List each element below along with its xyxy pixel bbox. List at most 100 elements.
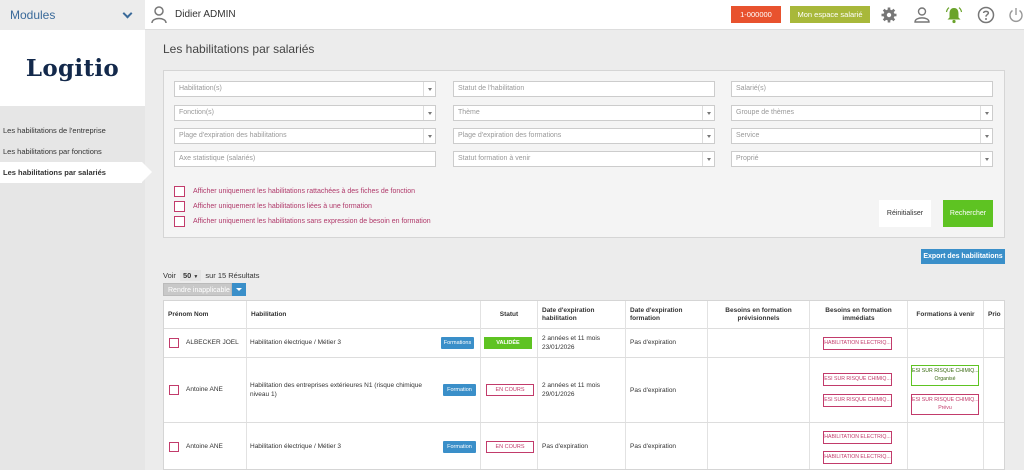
besoin-tag[interactable]: HABILITATION ELECTRIQ...: [823, 431, 892, 444]
habilitations-placeholder: Habilitation(s): [179, 85, 222, 92]
checkbox-label: Afficher uniquement les habilitations sa…: [193, 217, 431, 225]
row-checkbox[interactable]: [169, 385, 179, 395]
sidebar: Modules Logitio Les habilitations de l'e…: [0, 0, 152, 470]
filter-sans-besoin[interactable]: Afficher uniquement les habilitations sa…: [174, 215, 431, 227]
employee-name[interactable]: Antoine ANE: [186, 386, 223, 394]
checkbox[interactable]: [174, 185, 185, 197]
col-name[interactable]: Prénom Nom: [164, 301, 247, 329]
proprietaire-placeholder: Proprié: [736, 155, 759, 162]
formation-tag-title: ESI SUR RISQUE CHIMIQ...: [912, 397, 979, 403]
chevron-down-icon: [423, 82, 435, 96]
export-habilitations-button[interactable]: Export des habilitations: [921, 249, 1005, 264]
sidebar-item-fonctions[interactable]: Les habilitations par fonctions: [0, 141, 145, 162]
axe-statistique-placeholder: Axe statistique (salariés): [179, 155, 256, 162]
formation-tag[interactable]: ESI SUR RISQUE CHIMIQ... Organisé: [911, 365, 979, 386]
axe-statistique-input[interactable]: Axe statistique (salariés): [174, 151, 436, 167]
chevron-down-icon: [980, 152, 992, 166]
row-checkbox[interactable]: [169, 442, 179, 452]
statut-habilitation-placeholder: Statut de l'habilitation: [458, 85, 525, 92]
habilitations-select[interactable]: Habilitation(s): [174, 81, 436, 97]
sidebar-item-entreprise[interactable]: Les habilitations de l'entreprise: [0, 120, 145, 141]
per-page-value: 50: [182, 271, 192, 280]
groupe-themes-placeholder: Groupe de thèmes: [736, 109, 794, 116]
plage-habilitations-select[interactable]: Plage d'expiration des habilitations: [174, 128, 436, 144]
table-row[interactable]: ALBECKER JOEL Habilitation électrique / …: [164, 329, 1004, 358]
topbar: Didier ADMIN 1-000000 Mon espace salarié: [145, 0, 1024, 30]
chevron-down-icon: [702, 106, 714, 120]
theme-placeholder: Thème: [458, 109, 480, 116]
checkbox[interactable]: [174, 215, 185, 227]
col-formations[interactable]: Formations à venir: [908, 301, 984, 329]
plage-formations-placeholder: Plage d'expiration des formations: [458, 132, 562, 139]
user-avatar-icon[interactable]: [151, 6, 167, 24]
chevron-down-icon: [980, 106, 992, 120]
col-exp-form[interactable]: Date d'expiration formation: [626, 301, 708, 329]
statut-formation-select[interactable]: Statut formation à venir: [453, 151, 715, 167]
exp-form: Pas d'expiration: [630, 443, 677, 450]
status-badge: EN COURS: [486, 441, 534, 453]
habilitations-table: Prénom Nom Habilitation Statut Date d'ex…: [163, 300, 1005, 470]
besoin-tag[interactable]: ESI SUR RISQUE CHIMIQ...: [823, 394, 892, 407]
formation-tag-status: Organisé: [934, 376, 956, 382]
filter-liees-formation[interactable]: Afficher uniquement les habilitations li…: [174, 200, 372, 212]
results-count: sur 15 Résultats: [205, 271, 260, 280]
cell: [708, 423, 810, 469]
caret-down-icon: ▼: [193, 274, 199, 280]
col-besoins-imm[interactable]: Besoins en formation immédiats: [810, 301, 908, 329]
besoin-tag[interactable]: HABILITATION ELECTRIQ...: [823, 337, 892, 350]
row-checkbox[interactable]: [169, 338, 179, 348]
besoin-tag[interactable]: HABILITATION ELECTRIQ...: [823, 451, 892, 464]
formations-button[interactable]: Formations: [441, 337, 474, 349]
col-besoins-prev[interactable]: Besoins en formation prévisionnels: [708, 301, 810, 329]
col-exp-hab[interactable]: Date d'expiration habilitation: [538, 301, 626, 329]
chevron-down-icon: [702, 152, 714, 166]
rendre-inapplicable-button[interactable]: Rendre inapplicable: [163, 283, 232, 296]
table-row[interactable]: Antoine ANE Habilitation des entreprises…: [164, 358, 1004, 423]
theme-select[interactable]: Thème: [453, 105, 715, 121]
reset-button[interactable]: Réinitialiser: [879, 200, 931, 227]
search-button[interactable]: Rechercher: [943, 200, 993, 227]
sidebar-item-salaries[interactable]: Les habilitations par salariés: [0, 162, 152, 183]
table-row[interactable]: Antoine ANE Habilitation électrique / Mé…: [164, 423, 1004, 469]
checkbox[interactable]: [174, 200, 185, 212]
rendre-dropdown-toggle[interactable]: [232, 283, 246, 296]
formation-button[interactable]: Formation: [443, 384, 476, 396]
statut-habilitation-input[interactable]: Statut de l'habilitation: [453, 81, 715, 97]
col-prio[interactable]: Prio: [984, 301, 1004, 329]
per-page-select[interactable]: 50 ▼: [179, 270, 202, 281]
groupe-themes-select[interactable]: Groupe de thèmes: [731, 105, 993, 121]
proprietaire-select[interactable]: Proprié: [731, 151, 993, 167]
company-code-button[interactable]: 1-000000: [731, 6, 781, 23]
col-statut[interactable]: Statut: [481, 301, 538, 329]
filter-fiches-fonction[interactable]: Afficher uniquement les habilitations ra…: [174, 185, 415, 197]
habilitation-name-line1: Habilitation des entreprises extérieures…: [250, 382, 422, 389]
checkbox-label: Afficher uniquement les habilitations li…: [193, 202, 372, 210]
fonctions-select[interactable]: Fonction(s): [174, 105, 436, 121]
chevron-down-icon: [702, 129, 714, 143]
employee-name[interactable]: Antoine ANE: [186, 443, 223, 451]
employee-name[interactable]: ALBECKER JOEL: [186, 339, 239, 347]
service-select[interactable]: Service: [731, 128, 993, 144]
formation-tag[interactable]: ESI SUR RISQUE CHIMIQ... Prévu: [911, 394, 979, 415]
exp-hab: Pas d'expiration: [542, 443, 589, 450]
logo[interactable]: Logitio: [0, 30, 145, 106]
salaries-input[interactable]: Salarié(s): [731, 81, 993, 97]
page-title: Les habilitations par salariés: [163, 42, 315, 56]
status-badge: VALIDÉE: [484, 337, 532, 349]
gear-icon[interactable]: [880, 6, 898, 24]
formation-tag-status: Prévu: [938, 405, 952, 411]
bell-icon[interactable]: [945, 6, 963, 24]
formation-tag-title: ESI SUR RISQUE CHIMIQ...: [912, 368, 979, 374]
employee-space-button[interactable]: Mon espace salarié: [790, 6, 870, 23]
user-icon[interactable]: [913, 6, 931, 24]
cell: [708, 358, 810, 422]
plage-formations-select[interactable]: Plage d'expiration des formations: [453, 128, 715, 144]
help-icon[interactable]: [977, 6, 995, 24]
modules-menu[interactable]: Modules: [0, 0, 145, 30]
exp-form: Pas d'expiration: [630, 339, 677, 346]
power-icon[interactable]: [1007, 6, 1024, 24]
col-habilitation[interactable]: Habilitation: [247, 301, 481, 329]
besoin-tag[interactable]: ESI SUR RISQUE CHIMIQ...: [823, 373, 892, 386]
formation-button[interactable]: Formation: [443, 441, 476, 453]
user-name: Didier ADMIN: [175, 9, 236, 20]
